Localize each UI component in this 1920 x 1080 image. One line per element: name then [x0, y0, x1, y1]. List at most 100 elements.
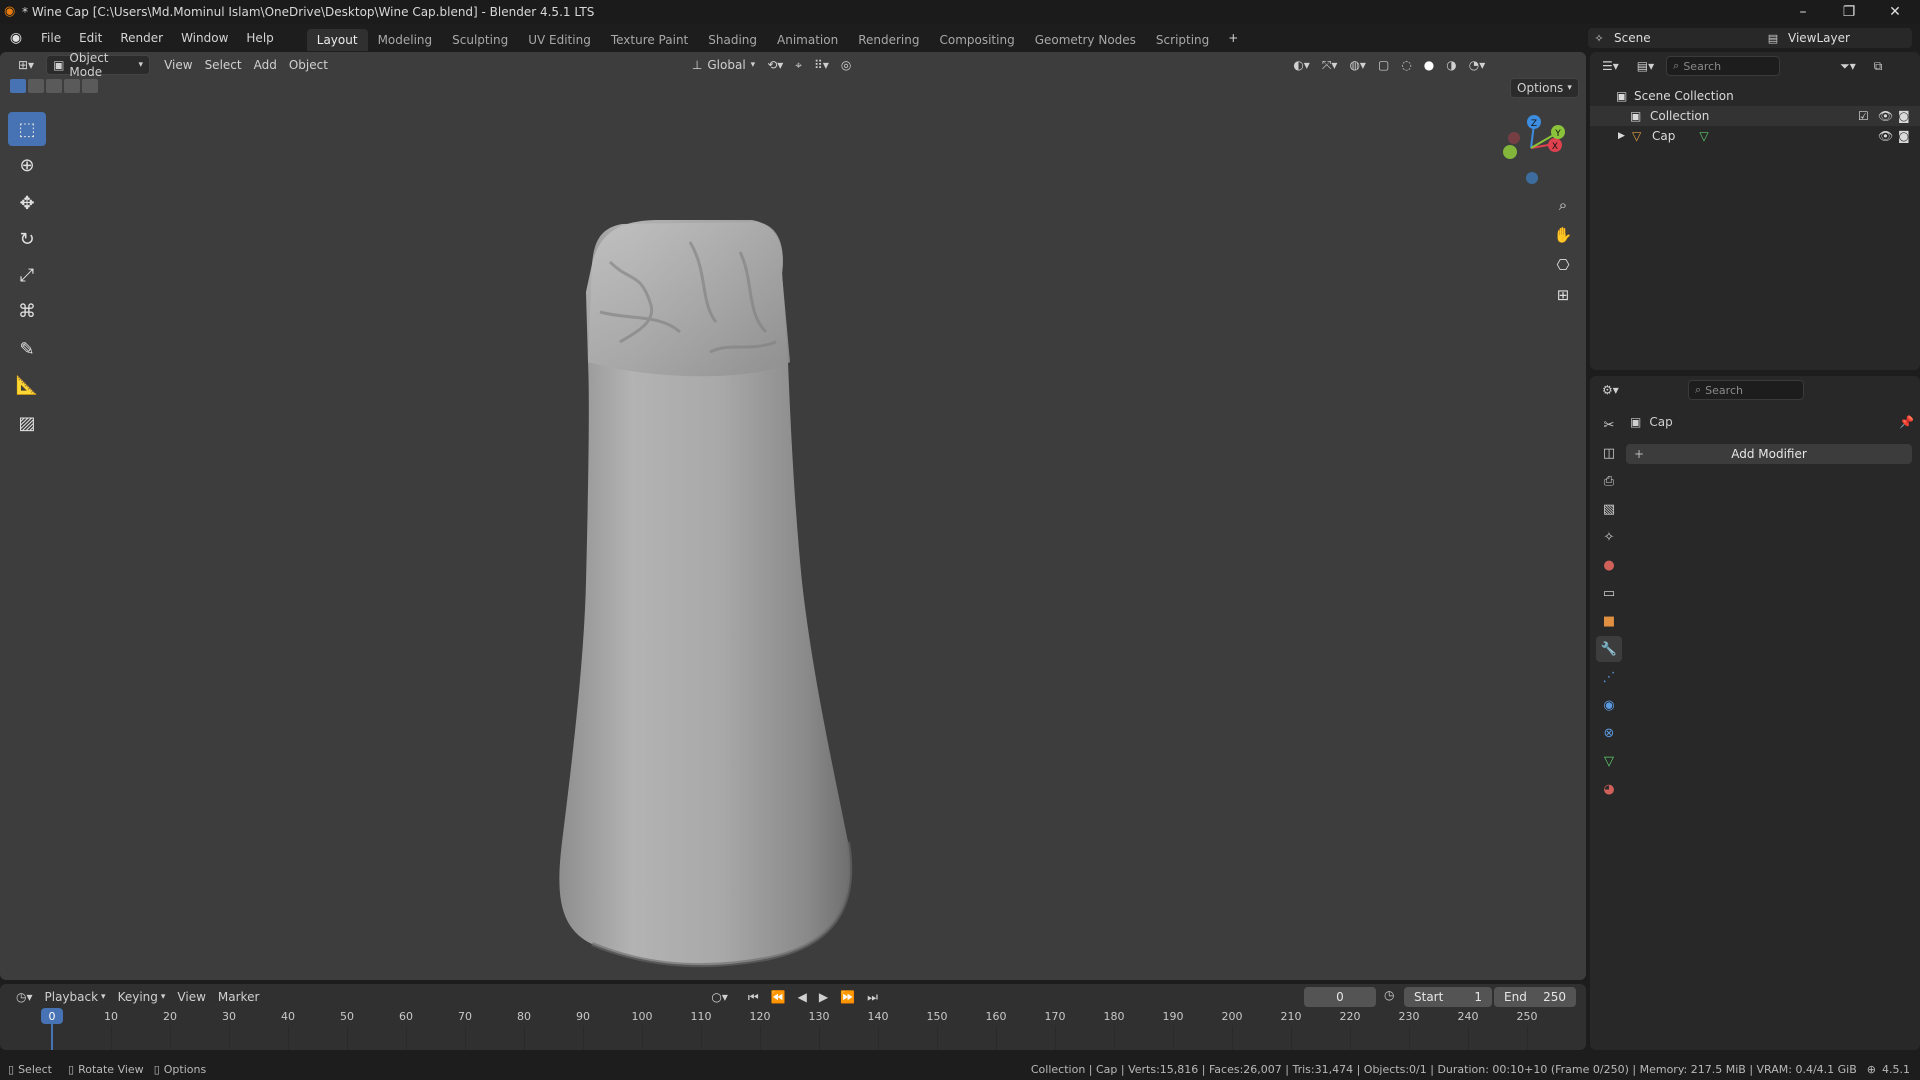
- add-workspace-button[interactable]: +: [1219, 24, 1247, 52]
- properties-editor-icon[interactable]: ⚙▾: [1596, 380, 1625, 400]
- tab-uv-editing[interactable]: UV Editing: [518, 29, 601, 51]
- rotate-icon[interactable]: ↻: [8, 222, 46, 256]
- eye-icon[interactable]: 👁: [1878, 109, 1893, 123]
- material-tab-icon[interactable]: ◕: [1596, 776, 1622, 802]
- filter-icon[interactable]: ⏷▾: [1834, 56, 1862, 76]
- world-tab-icon[interactable]: ●: [1596, 552, 1622, 578]
- annotate-icon[interactable]: ✎: [8, 332, 46, 366]
- menu-render[interactable]: Render: [111, 24, 172, 52]
- 3d-viewport[interactable]: ⊞▾ ▣ Object Mode ▾ View Select Add Objec…: [0, 52, 1586, 980]
- modifier-tab-icon[interactable]: 🔧: [1596, 636, 1622, 662]
- gizmo-toggle-icon[interactable]: ⤧▾: [1316, 55, 1344, 75]
- camera-view-icon[interactable]: ⎔: [1550, 252, 1576, 278]
- orientation-selector[interactable]: ⊥ Global ▾: [686, 55, 761, 75]
- render-tab-icon[interactable]: ◫: [1596, 440, 1622, 466]
- scene-tab-icon[interactable]: ✧: [1596, 524, 1622, 550]
- maximize-button[interactable]: ❐: [1826, 0, 1872, 24]
- solid-shading-icon[interactable]: ●: [1418, 55, 1440, 75]
- options-dropdown[interactable]: Options ▾: [1510, 78, 1579, 98]
- constraints-tab-icon[interactable]: ⊗: [1596, 720, 1622, 746]
- blender-menu-icon[interactable]: ◉: [0, 30, 32, 46]
- ortho-grid-icon[interactable]: ⊞: [1550, 282, 1576, 308]
- rendered-shading-icon[interactable]: ◔▾: [1463, 55, 1492, 75]
- properties-search-input[interactable]: ⌕ Search: [1688, 380, 1804, 400]
- pan-hand-icon[interactable]: ✋: [1550, 222, 1576, 248]
- outliner-row-scene-collection[interactable]: ▣ Scene Collection: [1590, 86, 1920, 106]
- close-button[interactable]: ✕: [1872, 0, 1918, 24]
- tab-shading[interactable]: Shading: [698, 29, 767, 51]
- pin-icon[interactable]: 📌: [1899, 415, 1914, 429]
- expand-arrow-icon[interactable]: ▶: [1618, 131, 1632, 141]
- tab-sculpting[interactable]: Sculpting: [442, 29, 518, 51]
- move-icon[interactable]: ✥: [8, 186, 46, 220]
- tab-modeling[interactable]: Modeling: [368, 29, 443, 51]
- tab-layout[interactable]: Layout: [306, 28, 368, 51]
- exclude-checkbox[interactable]: ☑: [1858, 109, 1869, 123]
- pivot-icon[interactable]: ⟲▾: [761, 55, 789, 75]
- menu-select[interactable]: Select: [199, 55, 248, 75]
- frame-ruler[interactable]: 10 20 30 40 50 60 70 80 90 100 110 120 130 140 150 160 1…: [0, 984, 1586, 1050]
- mode-selector[interactable]: ▣ Object Mode ▾: [46, 52, 151, 79]
- overlay-toggle-icon[interactable]: ◍▾: [1343, 55, 1372, 75]
- gizmo-neg-x[interactable]: [1508, 132, 1520, 144]
- tab-rendering[interactable]: Rendering: [848, 29, 929, 51]
- select-intersect-icon[interactable]: [82, 79, 98, 93]
- select-box-icon[interactable]: ⬚: [8, 112, 46, 146]
- wireframe-shading-icon[interactable]: ◌: [1395, 55, 1417, 75]
- scene-selector[interactable]: ✧ Scene: [1588, 28, 1778, 48]
- gizmo-neg-y[interactable]: [1503, 145, 1517, 159]
- material-shading-icon[interactable]: ◑: [1440, 55, 1462, 75]
- menu-edit[interactable]: Edit: [70, 24, 111, 52]
- wine-cap-mesh[interactable]: [540, 202, 860, 980]
- measure-icon[interactable]: 📐: [8, 368, 46, 402]
- proportional-edit-icon[interactable]: ◎: [835, 55, 857, 75]
- scale-icon[interactable]: ⤢: [8, 258, 46, 292]
- eye-icon[interactable]: 👁: [1878, 129, 1893, 143]
- camera-icon[interactable]: ◙: [1898, 109, 1910, 123]
- select-new-icon[interactable]: [10, 79, 26, 93]
- data-tab-icon[interactable]: ▽: [1596, 748, 1622, 774]
- add-modifier-button[interactable]: + Add Modifier: [1626, 444, 1912, 464]
- select-subtract-icon[interactable]: [46, 79, 62, 93]
- outliner-row-cap[interactable]: ▶ ▽ Cap ▽ 👁 ◙: [1590, 126, 1920, 146]
- display-mode-icon[interactable]: ▤▾: [1631, 56, 1660, 76]
- outliner-editor-icon[interactable]: ☰▾: [1596, 56, 1625, 76]
- cursor-icon[interactable]: ⊕: [8, 148, 46, 182]
- zoom-icon[interactable]: ⌕: [1550, 192, 1576, 218]
- select-extend-icon[interactable]: [28, 79, 44, 93]
- physics-tab-icon[interactable]: ◉: [1596, 692, 1622, 718]
- collection-tab-icon[interactable]: ▭: [1596, 580, 1622, 606]
- output-tab-icon[interactable]: ⎙: [1596, 468, 1622, 494]
- object-tab-icon[interactable]: ■: [1596, 608, 1622, 634]
- outliner-row-collection[interactable]: ▣ Collection ☑ 👁 ◙: [1590, 106, 1920, 126]
- add-cube-icon[interactable]: ▨: [8, 406, 46, 440]
- xray-toggle-icon[interactable]: ▢: [1372, 55, 1395, 75]
- tab-scripting[interactable]: Scripting: [1146, 29, 1219, 51]
- tab-animation[interactable]: Animation: [767, 29, 848, 51]
- tab-compositing[interactable]: Compositing: [929, 29, 1024, 51]
- navigation-gizmo[interactable]: Z X Y: [1496, 108, 1566, 188]
- snap-icon[interactable]: ⌖: [789, 55, 808, 75]
- visibility-icon[interactable]: ◐▾: [1287, 55, 1316, 75]
- gizmo-neg-z[interactable]: [1526, 172, 1538, 184]
- camera-icon[interactable]: ◙: [1898, 129, 1910, 143]
- editor-type-icon[interactable]: ⊞▾: [12, 55, 40, 75]
- particles-tab-icon[interactable]: ⋰: [1596, 664, 1622, 690]
- menu-help[interactable]: Help: [237, 24, 282, 52]
- menu-file[interactable]: File: [32, 24, 70, 52]
- menu-window[interactable]: Window: [172, 24, 237, 52]
- menu-object[interactable]: Object: [283, 55, 334, 75]
- menu-add[interactable]: Add: [248, 55, 283, 75]
- tool-tab-icon[interactable]: ✂: [1596, 412, 1622, 438]
- viewlayer-selector[interactable]: ▤ ViewLayer: [1762, 28, 1912, 48]
- outliner-search-input[interactable]: ⌕ Search: [1666, 56, 1781, 76]
- minimize-button[interactable]: –: [1780, 0, 1826, 24]
- tab-texture-paint[interactable]: Texture Paint: [601, 29, 698, 51]
- menu-view[interactable]: View: [158, 55, 198, 75]
- tab-geometry-nodes[interactable]: Geometry Nodes: [1025, 29, 1146, 51]
- new-collection-icon[interactable]: ⧉: [1868, 56, 1889, 76]
- snap-target-icon[interactable]: ⠿▾: [808, 55, 835, 75]
- transform-icon[interactable]: ⌘: [8, 294, 46, 328]
- select-invert-icon[interactable]: [64, 79, 80, 93]
- view-layer-tab-icon[interactable]: ▧: [1596, 496, 1622, 522]
